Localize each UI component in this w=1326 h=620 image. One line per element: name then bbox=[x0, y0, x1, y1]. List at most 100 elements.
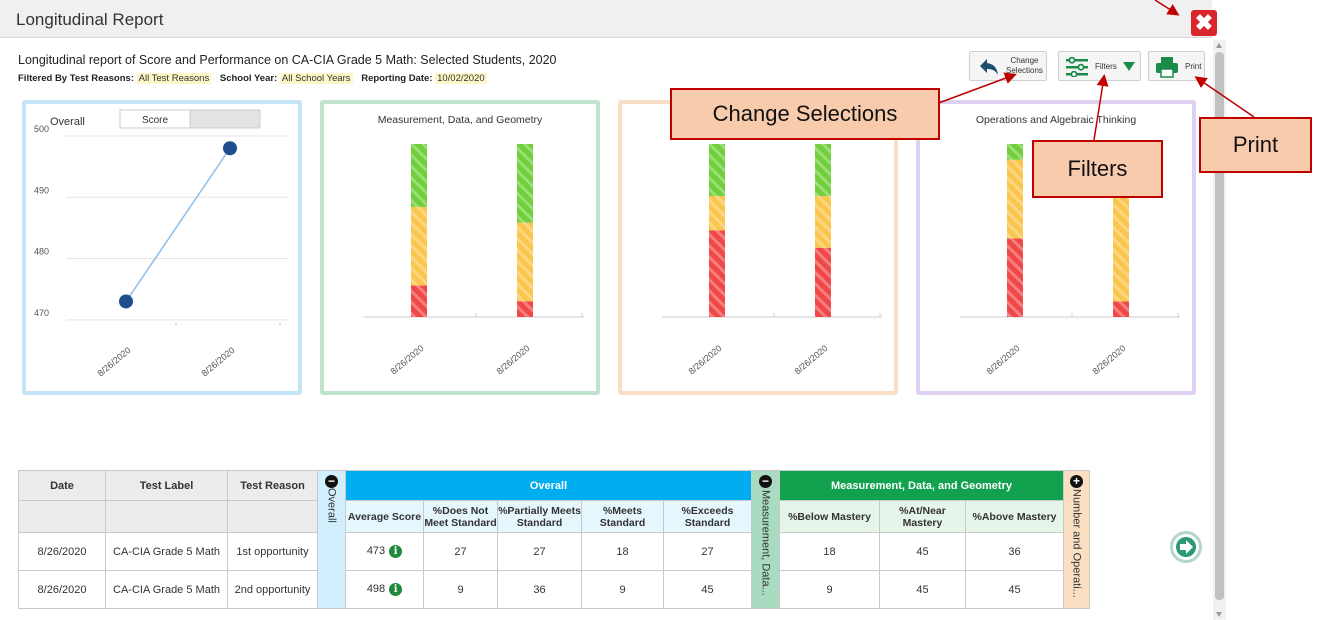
cell-meets: 18 bbox=[581, 532, 664, 571]
filters-label: Filters bbox=[1095, 62, 1117, 71]
bar-segment bbox=[517, 222, 533, 302]
longitudinal-table: Date Test Label Test Reason − Overall Ov… bbox=[18, 470, 1090, 609]
callout-change-selections: Change Selections bbox=[670, 88, 940, 140]
cell-date: 8/26/2020 bbox=[18, 570, 106, 609]
table-row: 8/26/2020 CA-CIA Grade 5 Math 1st opport… bbox=[18, 532, 1090, 571]
bar-segment bbox=[709, 144, 725, 196]
cell-partially-meets: 36 bbox=[497, 570, 582, 609]
bar-segment bbox=[1113, 301, 1129, 317]
col-header-partially-meets[interactable]: %Partially Meets Standard bbox=[497, 500, 582, 533]
bar-segment bbox=[815, 144, 831, 196]
mdg-collapse-label: Measurement, Data... bbox=[759, 490, 772, 596]
filter-label: Reporting Date: bbox=[361, 73, 433, 84]
cell-exceeds: 45 bbox=[663, 570, 752, 609]
scroll-up-arrow[interactable] bbox=[1216, 43, 1222, 48]
expand-plus-icon[interactable]: + bbox=[1070, 475, 1083, 488]
change-label-line2: Selections bbox=[1006, 66, 1043, 75]
cell-below-mastery: 9 bbox=[779, 570, 880, 609]
mdg-group-header: Measurement, Data, and Geometry bbox=[779, 470, 1064, 501]
cell-partially-meets: 27 bbox=[497, 532, 582, 571]
collapse-minus-icon[interactable]: − bbox=[759, 475, 772, 488]
bar-segment bbox=[411, 144, 427, 207]
col-header-average-score[interactable]: Average Score bbox=[345, 500, 424, 533]
cell-average-score: 498 i bbox=[345, 570, 424, 609]
change-selections-button[interactable]: Change Selections bbox=[969, 51, 1047, 81]
col-header-meets[interactable]: %Meets Standard bbox=[581, 500, 664, 533]
col-header-at-near-mastery[interactable]: %At/Near Mastery bbox=[879, 500, 966, 533]
bar-segment bbox=[1007, 238, 1023, 317]
overall-collapse-label: Overall bbox=[325, 488, 338, 523]
col-header-date[interactable]: Date bbox=[18, 470, 106, 501]
cell-date: 8/26/2020 bbox=[18, 532, 106, 571]
filters-button[interactable]: Filters bbox=[1058, 51, 1141, 81]
cell-average-score: 473 i bbox=[345, 532, 424, 571]
cell-test-reason: 1st opportunity bbox=[227, 532, 318, 571]
info-icon[interactable]: i bbox=[389, 583, 403, 596]
x-tick-label: 8/26/2020 bbox=[1091, 343, 1128, 376]
overall-collapse-column[interactable]: − Overall bbox=[317, 470, 346, 609]
scroll-right-button[interactable] bbox=[1170, 531, 1202, 563]
cell-at-near-mastery: 45 bbox=[879, 532, 966, 571]
x-tick-label: 8/26/2020 bbox=[389, 343, 426, 376]
x-tick-label: 8/26/2020 bbox=[793, 343, 830, 376]
nbt-expand-column[interactable]: + Number and Operati... bbox=[1063, 470, 1090, 609]
nbt-card: 8/26/2020 8/26/2020 bbox=[618, 100, 898, 395]
col-header-does-not-meet[interactable]: %Does Not Meet Standard bbox=[423, 500, 498, 533]
table-row: 8/26/2020 CA-CIA Grade 5 Math 2nd opport… bbox=[18, 570, 1090, 609]
cell-does-not-meet: 9 bbox=[423, 570, 498, 609]
col-header-exceeds[interactable]: %Exceeds Standard bbox=[663, 500, 752, 533]
empty-header-cell bbox=[18, 500, 106, 533]
col-header-test-label[interactable]: Test Label bbox=[105, 470, 228, 501]
x-tick-label: 8/26/2020 bbox=[495, 343, 532, 376]
cell-does-not-meet: 27 bbox=[423, 532, 498, 571]
caret-down-icon bbox=[1123, 62, 1135, 71]
overall-group-header: Overall bbox=[345, 470, 752, 501]
y-tick-label: 470 bbox=[34, 308, 49, 318]
filter-label: Test Reasons: bbox=[69, 73, 134, 84]
data-point bbox=[223, 141, 237, 156]
chart-title: Operations and Algebraic Thinking bbox=[976, 114, 1136, 126]
arrow-right-icon bbox=[1176, 537, 1196, 557]
callout-filters: Filters bbox=[1032, 140, 1163, 198]
data-point bbox=[119, 294, 133, 309]
col-header-test-reason[interactable]: Test Reason bbox=[227, 470, 318, 501]
nbt-stacked-bar-chart: 8/26/2020 8/26/2020 bbox=[662, 144, 882, 376]
overall-line-chart: Overall Score 470 480 490 500 8/26/2020 8/26/20… bbox=[34, 109, 288, 378]
bar-segment bbox=[411, 285, 427, 317]
empty-header-cell bbox=[105, 500, 228, 533]
cell-test-label: CA-CIA Grade 5 Math bbox=[105, 532, 228, 571]
report-heading: Longitudinal report of Score and Perform… bbox=[18, 53, 557, 67]
cell-below-mastery: 18 bbox=[779, 532, 880, 571]
mdg-collapse-column[interactable]: − Measurement, Data... bbox=[751, 470, 780, 609]
x-tick-label: 8/26/2020 bbox=[200, 345, 237, 378]
close-button[interactable]: ✖ bbox=[1191, 10, 1217, 36]
collapse-minus-icon[interactable]: − bbox=[325, 475, 338, 488]
y-tick-label: 480 bbox=[34, 247, 49, 257]
x-tick-label: 8/26/2020 bbox=[985, 343, 1022, 376]
bar-segment bbox=[411, 206, 427, 286]
mdg-card: Measurement, Data, and Geometry 8/26/2020… bbox=[320, 100, 600, 395]
callout-print: Print bbox=[1199, 117, 1312, 173]
bar-segment bbox=[517, 301, 533, 317]
cell-above-mastery: 45 bbox=[965, 570, 1064, 609]
cell-exceeds: 27 bbox=[663, 532, 752, 571]
y-tick-label: 490 bbox=[34, 185, 49, 195]
filter-value: All School Years bbox=[279, 73, 353, 84]
filter-value: All Test Reasons bbox=[136, 73, 212, 84]
bar-segment bbox=[815, 247, 831, 317]
cell-above-mastery: 36 bbox=[965, 532, 1064, 571]
x-tick-label: 8/26/2020 bbox=[687, 343, 724, 376]
col-header-below-mastery[interactable]: %Below Mastery bbox=[779, 500, 880, 533]
y-tick-label: 500 bbox=[34, 124, 49, 134]
cell-meets: 9 bbox=[581, 570, 664, 609]
print-button[interactable]: Print bbox=[1148, 51, 1205, 81]
series-line bbox=[125, 147, 231, 302]
score-toggle-label: Score bbox=[142, 115, 169, 126]
printer-icon bbox=[1156, 57, 1178, 78]
col-header-above-mastery[interactable]: %Above Mastery bbox=[965, 500, 1064, 533]
scroll-down-arrow[interactable] bbox=[1216, 612, 1222, 617]
info-icon[interactable]: i bbox=[389, 545, 403, 558]
sliders-icon bbox=[1066, 57, 1088, 77]
cell-test-reason: 2nd opportunity bbox=[227, 570, 318, 609]
overall-chart-title: Overall bbox=[50, 116, 85, 128]
